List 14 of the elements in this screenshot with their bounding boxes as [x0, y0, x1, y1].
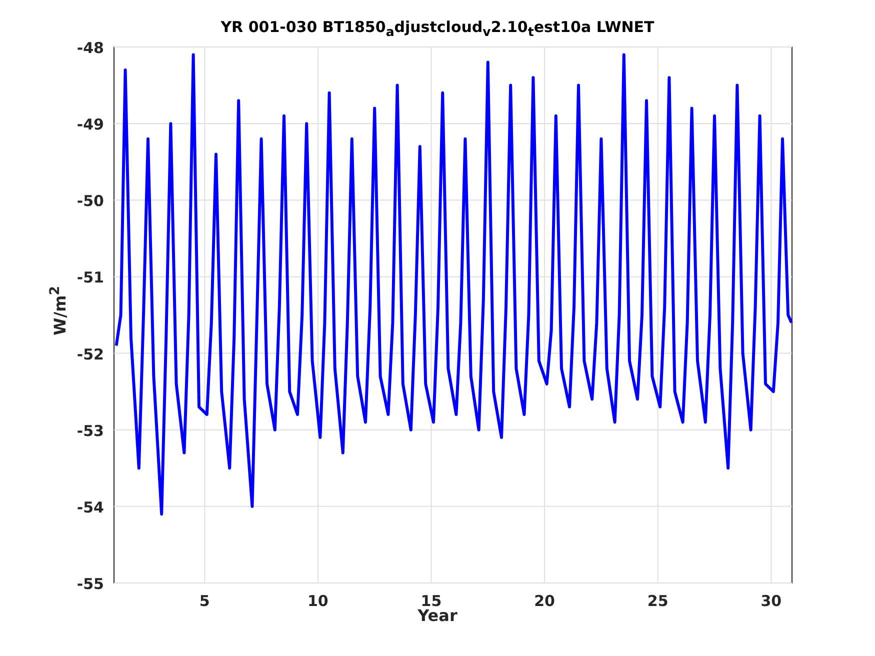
y-tick-label: -52 [76, 345, 104, 364]
y-tick-label: -49 [76, 116, 104, 134]
y-tick-label: -54 [76, 498, 104, 516]
chart-title: YR 001-030 BT1850$_{a}$djustcloud$_{v}$2.10$_{t}$est10a LWNET [220, 18, 654, 39]
x-tick-label: 5 [199, 592, 210, 610]
y-tick-label: -55 [76, 575, 104, 593]
y-tick-label: -51 [76, 268, 104, 287]
x-tick-label: 25 [647, 592, 668, 610]
y-tick-label: -53 [76, 422, 104, 440]
x-tick-label: 10 [308, 592, 328, 610]
x-tick-label: 20 [534, 592, 555, 610]
y-tick-label: -48 [76, 39, 104, 57]
y-tick-label: -50 [76, 192, 104, 210]
x-tick-label: 30 [760, 592, 782, 610]
